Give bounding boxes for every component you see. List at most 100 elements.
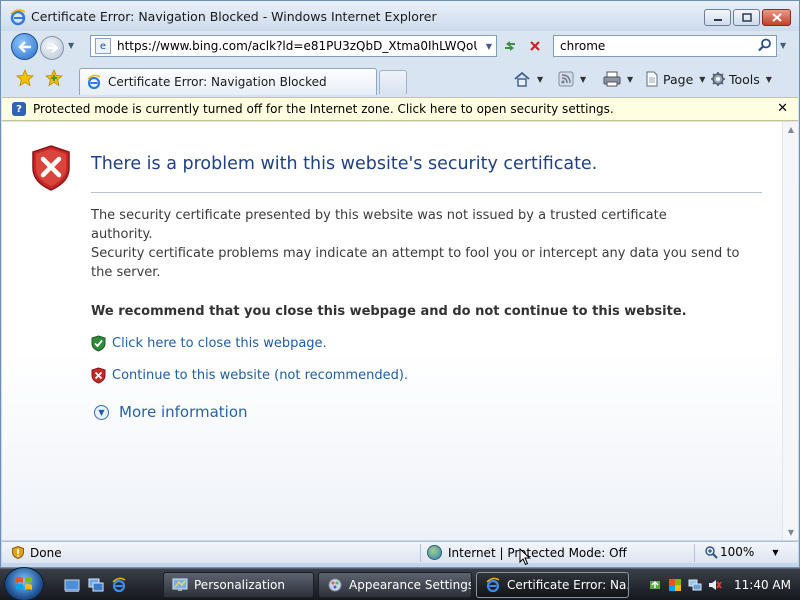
more-information-toggle[interactable]: ▼ More information [94,403,248,421]
home-icon [514,71,530,87]
security-zone-label: Internet | Protected Mode: Off [448,545,627,560]
close-webpage-link[interactable]: Click here to close this webpage. [112,336,327,351]
security-warning-text: Security certificate problems may indica… [91,246,740,280]
switch-windows-icon[interactable] [88,577,104,593]
refresh-button[interactable] [499,36,521,56]
address-toolbar: ▼ e https://www.bing.com/aclk?ld=e81PU3z… [1,31,799,61]
stop-button[interactable] [524,36,546,56]
status-text: Done [30,545,62,560]
system-tray: 11:40 AM [648,569,800,600]
windows-logo-icon [16,577,32,590]
continue-link-row[interactable]: Continue to this website (not recommende… [91,367,408,384]
tab-label: Certificate Error: Navigation Blocked [108,75,327,89]
back-arrow-icon [17,40,31,53]
back-button[interactable] [11,33,38,60]
taskbar: Personalization Appearance Settings Cert… [0,567,800,600]
globe-icon [427,545,442,560]
stop-icon [530,41,540,51]
taskbar-item-label: Certificate Error: Na... [507,578,629,592]
minimize-button[interactable] [704,9,731,26]
information-bar[interactable]: ? Protected mode is currently turned off… [2,97,798,121]
page-heading: There is a problem with this website's s… [91,154,598,174]
appearance-settings-icon [328,578,342,592]
favorites-star-icon[interactable] [16,68,34,91]
status-separator [694,544,695,562]
close-icon [771,13,782,22]
zoom-level: 100% [720,545,755,559]
zoom-dropdown-icon[interactable]: ▼ [772,548,778,557]
title-bar[interactable]: Certificate Error: Navigation Blocked - … [1,1,799,31]
network-icon[interactable] [688,578,702,592]
scroll-up-icon[interactable]: ▲ [788,125,794,134]
page-menu[interactable]: Page ▼ [644,71,705,87]
recommendation-text: We recommend that you close this webpage… [91,304,687,319]
rss-feed-icon [558,71,574,87]
home-button[interactable]: ▼ [513,71,543,87]
address-bar[interactable]: e https://www.bing.com/aclk?ld=e81PU3zQb… [90,35,497,57]
address-dropdown-icon[interactable]: ▼ [486,42,492,51]
internet-explorer-icon[interactable] [111,577,127,593]
refresh-icon [505,41,515,51]
page-content: There is a problem with this website's s… [2,122,798,540]
search-icon[interactable] [758,38,772,55]
scroll-down-icon[interactable]: ▼ [788,528,794,537]
taskbar-item-personalization[interactable]: Personalization [163,572,314,598]
page-icon: e [95,38,111,54]
windows-update-icon[interactable] [648,578,662,592]
taskbar-item-label: Personalization [194,578,285,592]
home-dropdown-icon[interactable]: ▼ [537,75,543,84]
red-x-shield-icon [91,367,106,384]
new-tab-button[interactable] [379,70,407,94]
ie-page-icon [87,74,101,90]
tab-command-bar: Certificate Error: Navigation Blocked ▼ … [1,64,799,95]
zoom-control[interactable]: 100% ▼ [704,545,778,559]
error-shield-icon [32,145,70,191]
forward-button[interactable] [40,36,64,60]
heading-divider [91,192,762,193]
status-bar: Done Internet | Protected Mode: Off 100%… [2,541,798,563]
close-window-button[interactable] [762,9,791,26]
ie-logo-icon [10,9,26,26]
zoom-icon [705,546,718,559]
maximize-icon [741,13,752,22]
shield-info-icon: ? [12,102,26,116]
tab-certificate-error[interactable]: Certificate Error: Navigation Blocked [79,68,377,95]
page-menu-label: Page [663,71,694,87]
add-favorites-icon[interactable] [45,68,63,91]
feeds-dropdown-icon[interactable]: ▼ [580,75,586,84]
chevron-down-icon[interactable]: ▼ [94,404,109,420]
close-webpage-link-row[interactable]: Click here to close this webpage. [91,335,327,352]
taskbar-item-appearance-settings[interactable]: Appearance Settings [318,572,472,598]
tools-dropdown-icon: ▼ [765,74,772,84]
forward-arrow-icon [47,43,58,53]
search-options-dropdown-icon[interactable]: ▼ [780,41,786,50]
security-center-icon[interactable] [668,578,682,592]
minimize-icon [713,18,722,21]
internet-explorer-icon [486,577,500,593]
print-button[interactable]: ▼ [603,71,633,87]
recent-pages-dropdown-icon[interactable]: ▼ [68,41,74,50]
feeds-button[interactable]: ▼ [558,71,586,87]
tools-menu[interactable]: Tools ▼ [710,71,772,87]
show-desktop-icon[interactable] [64,577,80,593]
certificate-explanation: The security certificate presented by th… [91,208,667,242]
print-dropdown-icon[interactable]: ▼ [627,75,633,84]
tools-menu-label: Tools [729,71,760,87]
url-text[interactable]: https://www.bing.com/aclk?ld=e81PU3zQbD_… [117,39,477,53]
vertical-scrollbar[interactable]: ▲ ▼ [782,122,798,540]
search-input[interactable]: chrome [560,39,605,53]
volume-muted-icon[interactable] [708,578,722,592]
more-information-label[interactable]: More information [119,403,248,421]
status-separator [420,544,421,562]
taskbar-item-certificate-error[interactable]: Certificate Error: Na... [476,572,629,598]
information-bar-text[interactable]: Protected mode is currently turned off f… [33,102,614,116]
mouse-cursor-icon [519,548,531,566]
continue-to-website-link[interactable]: Continue to this website (not recommende… [112,368,408,383]
print-icon [603,71,621,87]
taskbar-clock[interactable]: 11:40 AM [734,578,791,592]
gear-icon [711,72,725,86]
search-box[interactable]: chrome [553,35,777,57]
information-bar-close-button[interactable]: ✕ [777,101,788,116]
maximize-button[interactable] [733,9,760,26]
start-button[interactable] [4,567,44,600]
